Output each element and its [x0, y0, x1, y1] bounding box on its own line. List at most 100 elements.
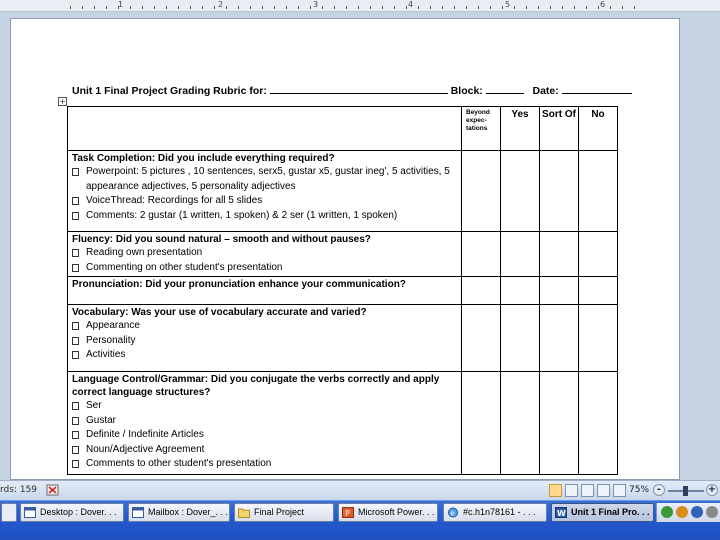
rating-cell[interactable]: [461, 276, 501, 305]
ruler-number: 5: [505, 0, 511, 9]
quick-launch-icon[interactable]: [1, 503, 17, 522]
taskbar-button-browser[interactable]: e #c.h1n78161 - . . .: [443, 503, 547, 522]
rating-cell[interactable]: [539, 231, 579, 277]
rating-cell[interactable]: [500, 371, 540, 475]
rubric-title: Unit 1 Final Project Grading Rubric for:: [72, 85, 267, 97]
ruler-tick: [214, 6, 215, 9]
tray-app-icon[interactable]: [691, 506, 703, 518]
tray-app-icon[interactable]: [661, 506, 673, 518]
checkbox-icon: [72, 402, 79, 410]
task-label: #c.h1n78161 - . . .: [463, 507, 536, 517]
ruler-tick: [358, 6, 359, 9]
ruler-tick: [346, 6, 347, 9]
ruler-tick: [190, 6, 191, 9]
list-item: Activities: [72, 348, 457, 363]
print-layout-view-button[interactable]: [549, 484, 562, 497]
rating-cell[interactable]: [578, 231, 618, 277]
ruler-tick: [130, 6, 131, 9]
checkbox-icon: [72, 460, 79, 468]
ruler-tick: [430, 6, 431, 9]
rating-cell[interactable]: [578, 371, 618, 475]
ruler-tick: [334, 6, 335, 9]
rating-cell[interactable]: [578, 304, 618, 372]
taskbar-button-mailbox[interactable]: Mailbox : Dover_. . .: [128, 503, 230, 522]
right-indent-marker[interactable]: [612, 2, 620, 8]
taskbar-button-final-project[interactable]: Final Project: [234, 503, 334, 522]
web-layout-view-button[interactable]: [581, 484, 594, 497]
criterion-title: Vocabulary: Was your use of vocabulary a…: [72, 307, 367, 318]
checkbox-icon: [72, 322, 79, 330]
ruler-tick: [514, 6, 515, 9]
word-icon: W: [555, 507, 567, 518]
zoom-in-button[interactable]: +: [706, 484, 718, 496]
rating-cell[interactable]: [578, 150, 618, 232]
ruler-tick: [382, 6, 383, 9]
ruler-tick: [82, 6, 83, 9]
rating-cell[interactable]: [461, 150, 501, 232]
ruler-tick: [562, 6, 563, 9]
ruler-tick: [166, 6, 167, 9]
rating-cell[interactable]: [539, 276, 579, 305]
criterion-pronunciation[interactable]: Pronunciation: Did your pronunciation en…: [67, 276, 462, 305]
criterion-vocabulary[interactable]: Vocabulary: Was your use of vocabulary a…: [67, 304, 462, 372]
word-count[interactable]: rds: 159: [0, 485, 37, 495]
table-row: Task Completion: Did you include everyth…: [67, 150, 618, 232]
ruler-tick: [322, 6, 323, 9]
rating-cell[interactable]: [461, 231, 501, 277]
table-move-handle-icon[interactable]: +: [58, 97, 67, 106]
ruler-tick: [262, 6, 263, 9]
tray-app-icon[interactable]: [706, 506, 718, 518]
rating-cell[interactable]: [578, 276, 618, 305]
criterion-task-completion[interactable]: Task Completion: Did you include everyth…: [67, 150, 462, 232]
rating-cell[interactable]: [500, 276, 540, 305]
criterion-language-control[interactable]: Language Control/Grammar: Did you conjug…: [67, 371, 462, 475]
criterion-fluency[interactable]: Fluency: Did you sound natural – smooth …: [67, 231, 462, 277]
taskbar-button-word-document[interactable]: W Unit 1 Final Pro. . .: [551, 503, 654, 522]
ruler-tick: [202, 6, 203, 9]
ruler-tick: [178, 6, 179, 9]
criterion-title: Fluency: Did you sound natural – smooth …: [72, 234, 371, 245]
col-no: No: [578, 106, 618, 151]
ruler-tick: [274, 6, 275, 9]
rating-cell[interactable]: [500, 304, 540, 372]
criterion-title: Pronunciation: Did your pronunciation en…: [72, 279, 406, 290]
zoom-out-button[interactable]: -: [653, 484, 665, 496]
rating-cell[interactable]: [500, 150, 540, 232]
checkbox-icon: [72, 263, 79, 272]
taskbar-button-powerpoint[interactable]: P Microsoft Power. . .: [338, 503, 438, 522]
system-tray: [656, 503, 720, 522]
draft-view-button[interactable]: [613, 484, 626, 497]
list-item: Definite / Indefinite Articles: [72, 428, 457, 443]
ruler-tick: [502, 6, 503, 9]
rating-cell[interactable]: [539, 150, 579, 232]
checkbox-icon: [72, 168, 79, 176]
task-label: Microsoft Power. . .: [358, 507, 435, 517]
rating-cell[interactable]: [539, 371, 579, 475]
folder-icon: [238, 508, 250, 518]
task-label: Unit 1 Final Pro. . .: [571, 507, 650, 517]
criteria-header-cell[interactable]: [67, 106, 462, 151]
rating-cell[interactable]: [500, 231, 540, 277]
outline-view-button[interactable]: [597, 484, 610, 497]
horizontal-ruler[interactable]: 1 2 3 4 5 6: [0, 0, 720, 12]
left-indent-marker[interactable]: [67, 2, 75, 8]
svg-text:W: W: [557, 509, 566, 518]
rating-cell[interactable]: [461, 304, 501, 372]
ruler-tick: [142, 6, 143, 9]
zoom-slider-thumb[interactable]: [683, 486, 688, 496]
taskbar-button-desktop[interactable]: Desktop : Dover. . .: [20, 503, 124, 522]
criterion-title: Task Completion: Did you include everyth…: [72, 153, 335, 164]
ruler-tick: [418, 6, 419, 9]
table-row: Language Control/Grammar: Did you conjug…: [67, 371, 618, 475]
ruler-number: 3: [313, 0, 319, 9]
zoom-level[interactable]: 75%: [629, 485, 649, 495]
full-screen-reading-view-button[interactable]: [565, 484, 578, 497]
ruler-tick: [310, 6, 311, 9]
checkbox-icon: [72, 431, 79, 439]
tray-app-icon[interactable]: [676, 506, 688, 518]
rating-cell[interactable]: [539, 304, 579, 372]
ruler-tick: [454, 6, 455, 9]
task-label: Final Project: [254, 507, 305, 517]
proofing-icon[interactable]: [46, 484, 60, 497]
rating-cell[interactable]: [461, 371, 501, 475]
